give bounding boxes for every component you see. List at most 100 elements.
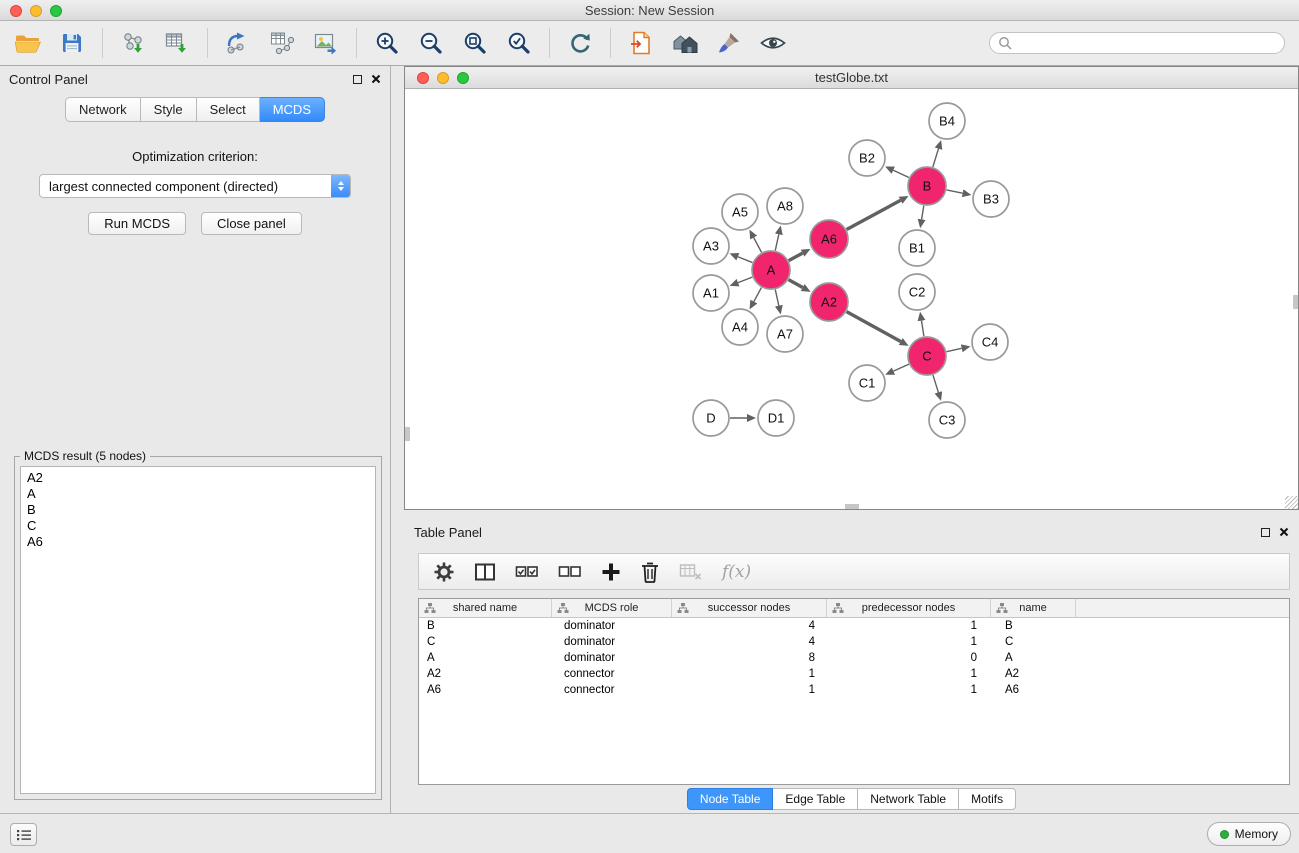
column-header-MCDS-role[interactable]: MCDS role <box>552 599 672 617</box>
import-network-button[interactable] <box>115 25 151 61</box>
tab-motifs[interactable]: Motifs <box>959 788 1016 810</box>
network-canvas[interactable]: B4B2BB3A8A5A6A3B1AA1C2A2A4A7C4CC1C3DD1 <box>405 89 1298 509</box>
optimization-criterion-dropdown[interactable]: largest connected component (directed) <box>39 174 351 198</box>
open-session-button[interactable] <box>10 25 46 61</box>
node-C2[interactable]: C2 <box>899 274 935 310</box>
table-row-A2[interactable]: A2connector11A2 <box>419 666 1289 682</box>
node-C1[interactable]: C1 <box>849 365 885 401</box>
node-B2[interactable]: B2 <box>849 140 885 176</box>
column-header-name[interactable]: name <box>991 599 1076 617</box>
edge-A6-B[interactable] <box>847 200 901 229</box>
function-builder-button[interactable]: f(x) <box>722 562 751 582</box>
tab-select[interactable]: Select <box>197 97 260 122</box>
node-A3[interactable]: A3 <box>693 228 729 264</box>
home-button[interactable] <box>667 25 703 61</box>
node-B4[interactable]: B4 <box>929 103 965 139</box>
tab-network-table[interactable]: Network Table <box>858 788 959 810</box>
zoom-fit-button[interactable] <box>457 25 493 61</box>
column-header-predecessor-nodes[interactable]: predecessor nodes <box>827 599 991 617</box>
deselect-all-button[interactable] <box>558 563 582 581</box>
search-input[interactable] <box>1017 36 1276 50</box>
edge-A2-C[interactable] <box>847 312 901 342</box>
add-column-button[interactable] <box>601 562 621 582</box>
column-header-shared-name[interactable]: shared name <box>419 599 552 617</box>
network-minimize-button[interactable] <box>437 72 449 84</box>
node-A1[interactable]: A1 <box>693 275 729 311</box>
node-A7[interactable]: A7 <box>767 316 803 352</box>
select-all-button[interactable] <box>515 563 539 581</box>
export-image-button[interactable] <box>308 25 344 61</box>
node-A6[interactable]: A6 <box>810 220 848 258</box>
mcds-result-item[interactable]: A <box>27 486 369 502</box>
close-window-button[interactable] <box>10 5 22 17</box>
table-row-A6[interactable]: A6connector11A6 <box>419 682 1289 698</box>
node-D1[interactable]: D1 <box>758 400 794 436</box>
node-A2[interactable]: A2 <box>810 283 848 321</box>
edge-A-A5[interactable] <box>754 238 762 253</box>
mcds-result-item[interactable]: A6 <box>27 534 369 550</box>
tab-edge-table[interactable]: Edge Table <box>773 788 858 810</box>
close-panel-button[interactable]: Close panel <box>201 212 302 235</box>
task-history-button[interactable] <box>10 823 37 846</box>
zoom-in-button[interactable] <box>369 25 405 61</box>
edge-B-B2[interactable] <box>893 170 909 177</box>
show-columns-button[interactable] <box>474 561 496 583</box>
table-panel-close-button[interactable] <box>1279 527 1289 537</box>
edge-A-A6[interactable] <box>789 253 803 260</box>
mcds-result-item[interactable]: A2 <box>27 470 369 486</box>
zoom-out-button[interactable] <box>413 25 449 61</box>
column-header-successor-nodes[interactable]: successor nodes <box>672 599 827 617</box>
memory-button[interactable]: Memory <box>1207 822 1291 846</box>
network-close-button[interactable] <box>417 72 429 84</box>
delete-column-button[interactable] <box>640 561 660 583</box>
mcds-result-list[interactable]: A2ABCA6 <box>20 466 376 794</box>
edge-C-C3[interactable] <box>933 375 938 392</box>
edge-C-C2[interactable] <box>921 321 923 337</box>
table-row-C[interactable]: Cdominator41C <box>419 634 1289 650</box>
network-window-titlebar[interactable]: testGlobe.txt <box>405 67 1298 89</box>
tab-network[interactable]: Network <box>65 97 141 122</box>
edge-A-A4[interactable] <box>754 288 762 302</box>
node-C4[interactable]: C4 <box>972 324 1008 360</box>
scrollbar-thumb[interactable] <box>845 504 859 509</box>
node-A8[interactable]: A8 <box>767 188 803 224</box>
mcds-result-item[interactable]: B <box>27 502 369 518</box>
scrollbar-thumb[interactable] <box>1293 295 1298 309</box>
node-C3[interactable]: C3 <box>929 402 965 438</box>
node-C[interactable]: C <box>908 337 946 375</box>
table-panel-float-button[interactable] <box>1261 528 1270 537</box>
table-settings-button[interactable] <box>433 561 455 583</box>
style-brush-button[interactable] <box>711 25 747 61</box>
run-mcds-button[interactable]: Run MCDS <box>88 212 186 235</box>
edge-A-A8[interactable] <box>775 234 779 250</box>
edge-A-A7[interactable] <box>775 290 779 306</box>
control-panel-float-button[interactable] <box>353 75 362 84</box>
control-panel-close-button[interactable] <box>371 74 381 84</box>
network-from-table-button[interactable] <box>264 25 300 61</box>
edge-B-B1[interactable] <box>922 206 924 220</box>
search-box[interactable] <box>989 32 1285 54</box>
tab-node-table[interactable]: Node Table <box>687 788 774 810</box>
copy-style-button[interactable] <box>623 25 659 61</box>
zoom-selected-button[interactable] <box>501 25 537 61</box>
edge-A-A1[interactable] <box>738 277 752 282</box>
fullscreen-window-button[interactable] <box>50 5 62 17</box>
node-D[interactable]: D <box>693 400 729 436</box>
new-network-button[interactable] <box>220 25 256 61</box>
edge-C-C4[interactable] <box>947 348 962 351</box>
edge-B-B3[interactable] <box>947 190 963 193</box>
edge-C-C1[interactable] <box>893 364 908 371</box>
node-A5[interactable]: A5 <box>722 194 758 230</box>
node-B1[interactable]: B1 <box>899 230 935 266</box>
node-A[interactable]: A <box>752 251 790 289</box>
edge-A-A3[interactable] <box>738 257 753 263</box>
tab-mcds[interactable]: MCDS <box>260 97 325 122</box>
node-B[interactable]: B <box>908 167 946 205</box>
show-details-button[interactable] <box>755 25 791 61</box>
network-maximize-button[interactable] <box>457 72 469 84</box>
resize-handle[interactable] <box>1285 496 1298 509</box>
tab-style[interactable]: Style <box>141 97 197 122</box>
apply-layout-button[interactable] <box>562 25 598 61</box>
table-row-A[interactable]: Adominator80A <box>419 650 1289 666</box>
edge-B-B4[interactable] <box>933 149 939 167</box>
